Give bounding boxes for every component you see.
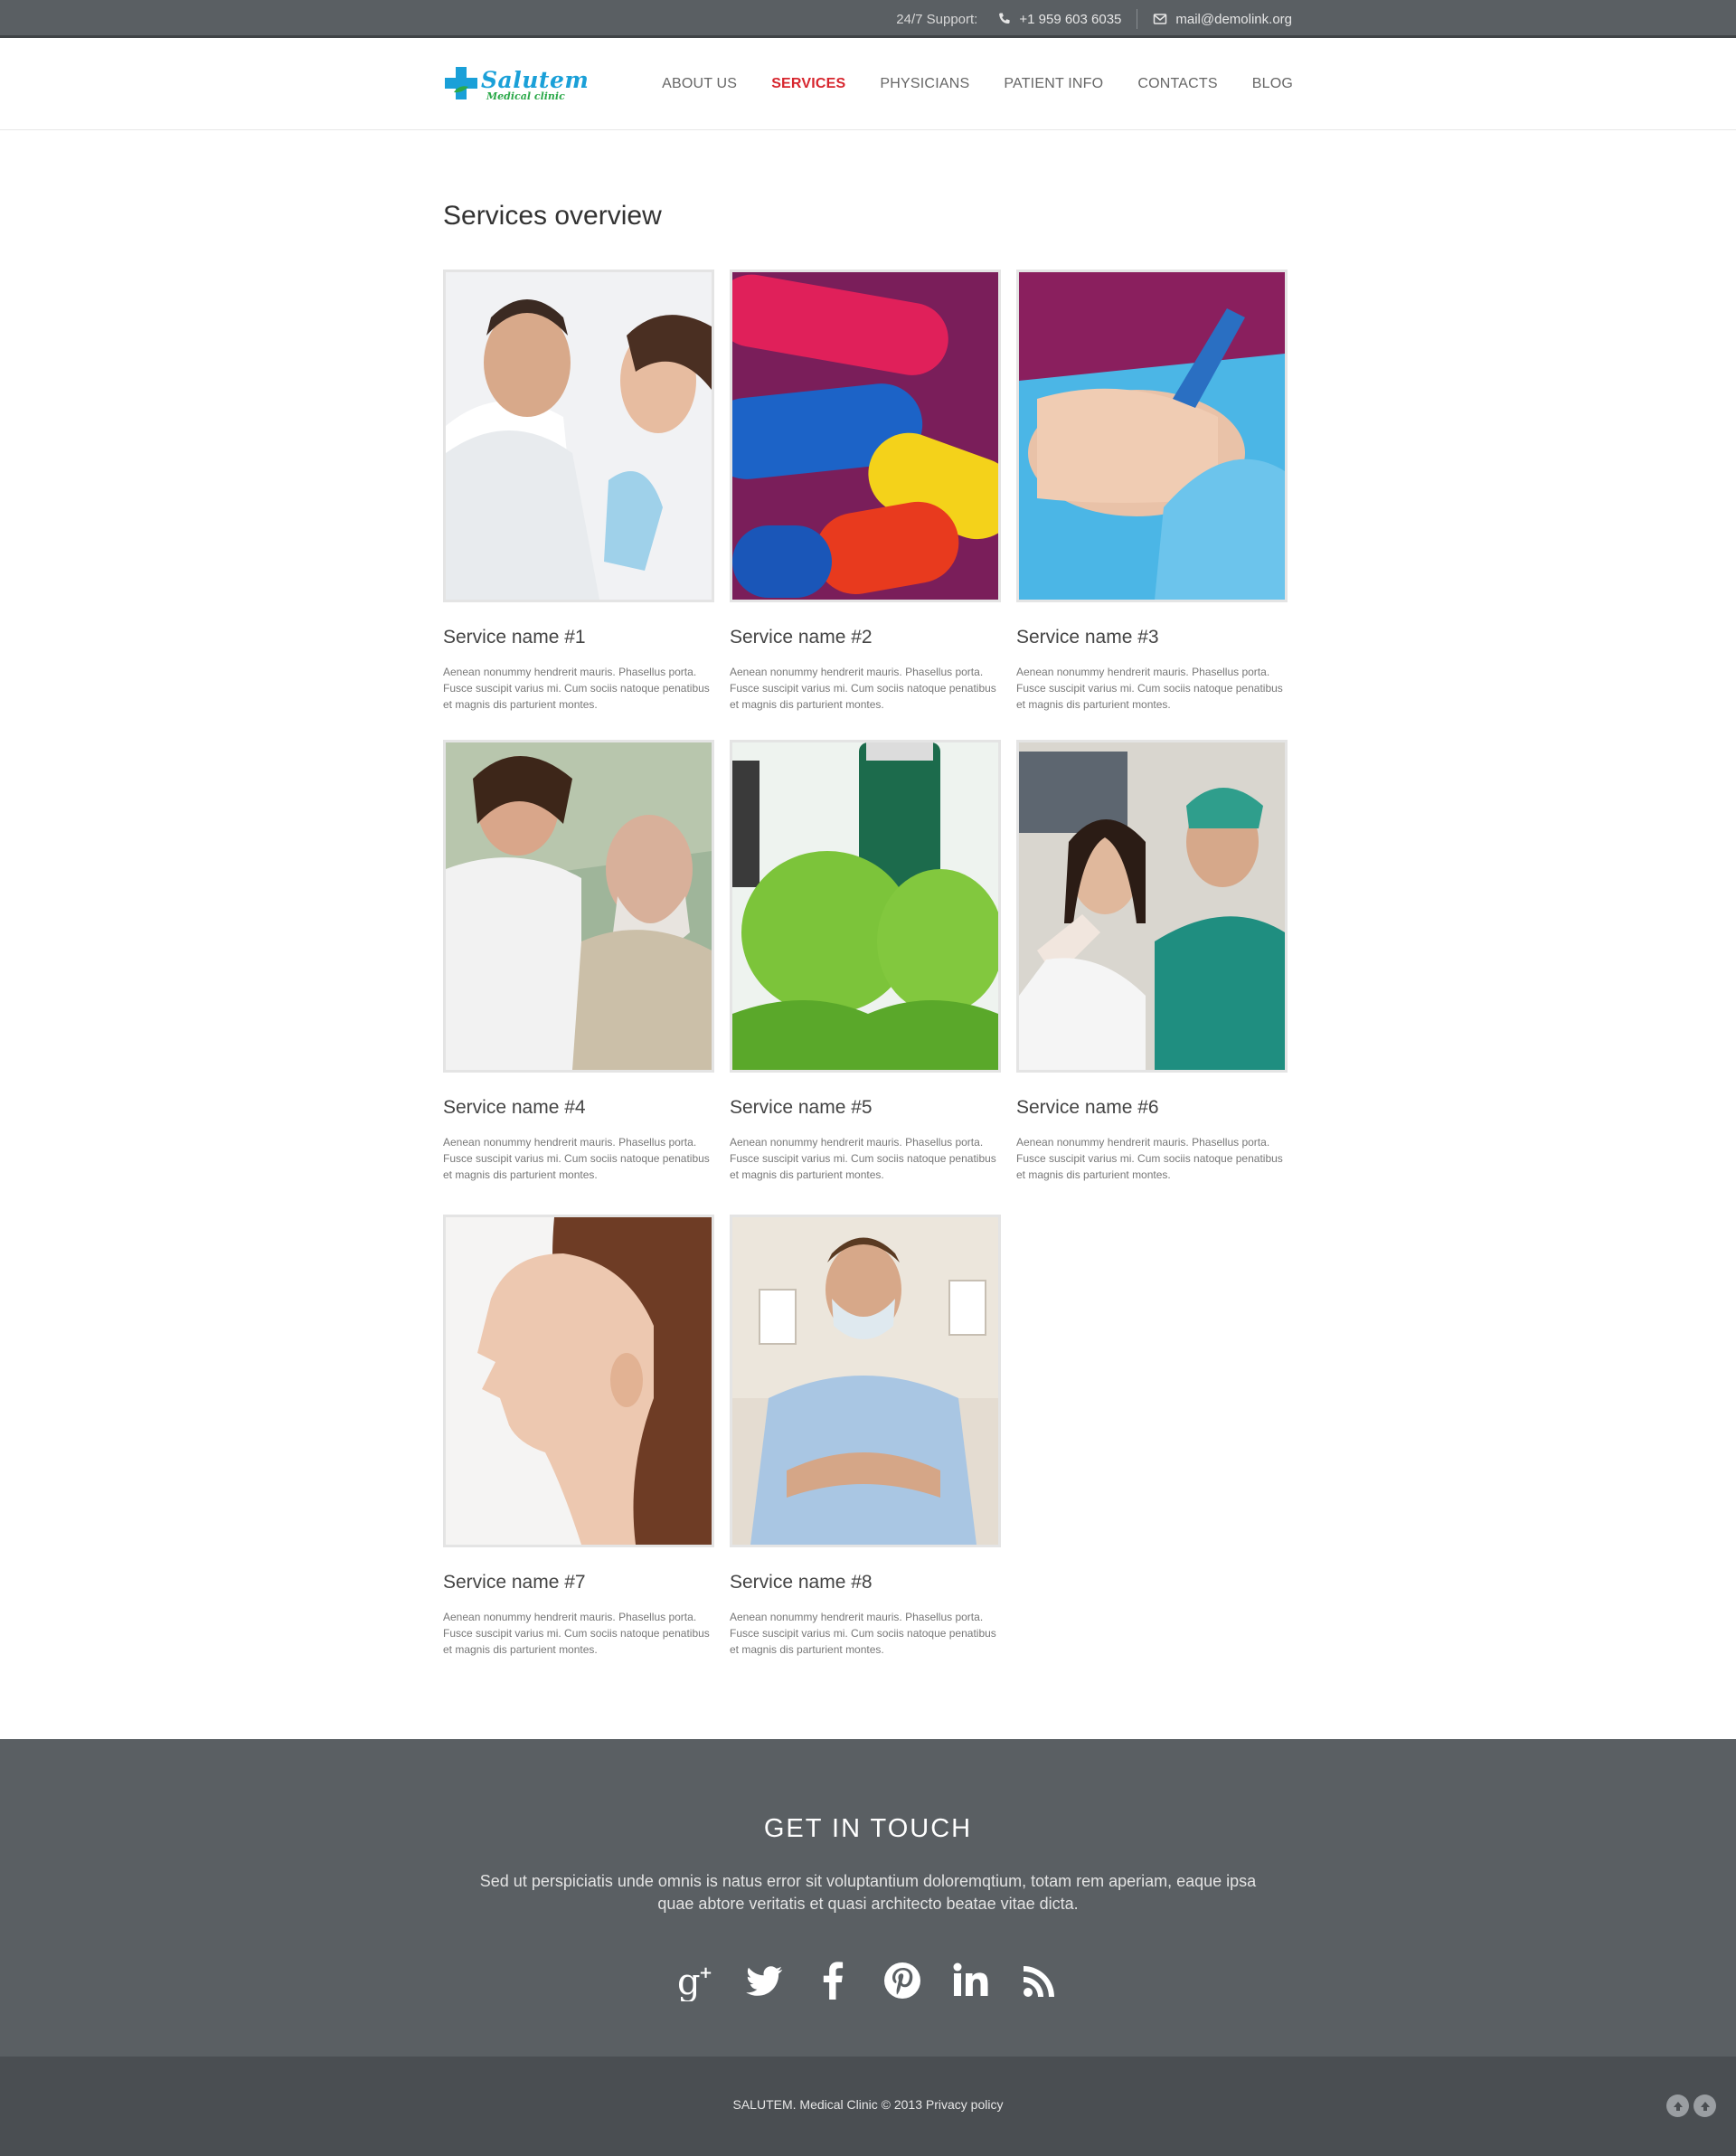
service-image[interactable] — [443, 740, 714, 1073]
pinterest-icon[interactable] — [882, 1958, 923, 2003]
service-image[interactable] — [730, 740, 1001, 1073]
service-image[interactable] — [443, 1215, 714, 1547]
scroll-to-top[interactable] — [1666, 2095, 1716, 2117]
copyright[interactable]: SALUTEM. Medical Clinic © 2013 Privacy p… — [0, 2097, 1736, 2112]
support-label: 24/7 Support: — [896, 11, 978, 27]
logo-name: Salutem — [481, 67, 590, 93]
service-description: Aenean nonummy hendrerit mauris. Phasell… — [1016, 1136, 1283, 1181]
service-image[interactable] — [1016, 270, 1288, 602]
service-image[interactable] — [730, 1215, 1001, 1547]
service-card: Service name #3 Aenean nonummy hendrerit… — [1016, 270, 1288, 713]
service-title[interactable]: Service name #8 — [730, 1572, 1001, 1593]
service-image[interactable] — [1016, 740, 1288, 1073]
twitter-icon[interactable] — [744, 1958, 786, 2003]
service-description: Aenean nonummy hendrerit mauris. Phasell… — [443, 1136, 710, 1181]
footer-text: Sed ut perspiciatis unde omnis is natus … — [479, 1872, 1257, 1913]
service-title[interactable]: Service name #7 — [443, 1572, 714, 1593]
service-card: Service name #2 Aenean nonummy hendrerit… — [730, 270, 1001, 713]
nav-patient-info[interactable]: PATIENT INFO — [1004, 76, 1103, 92]
medical-cross-icon — [445, 67, 477, 99]
nav-physicians[interactable]: PHYSICIANS — [880, 76, 969, 92]
phone-number: +1 959 603 6035 — [1019, 11, 1122, 27]
service-description: Aenean nonummy hendrerit mauris. Phasell… — [1016, 666, 1283, 711]
service-card: Service name #6 Aenean nonummy hendrerit… — [1016, 740, 1288, 1183]
service-description: Aenean nonummy hendrerit mauris. Phasell… — [730, 1611, 996, 1656]
facebook-icon[interactable] — [813, 1958, 854, 2003]
logo-tagline: Medical clinic — [486, 90, 565, 102]
linkedin-icon[interactable] — [950, 1958, 992, 2003]
service-description: Aenean nonummy hendrerit mauris. Phasell… — [730, 666, 996, 711]
service-description: Aenean nonummy hendrerit mauris. Phasell… — [730, 1136, 996, 1181]
service-title[interactable]: Service name #4 — [443, 1097, 714, 1119]
google-plus-icon[interactable]: g + — [675, 1958, 717, 2003]
main-nav: ABOUT US SERVICES PHYSICIANS PATIENT INF… — [627, 38, 1293, 130]
top-bar: 24/7 Support: +1 959 603 6035 mail@demol… — [0, 0, 1736, 38]
email-address: mail@demolink.org — [1175, 11, 1292, 27]
nav-services[interactable]: SERVICES — [771, 76, 845, 92]
service-card: Service name #7 Aenean nonummy hendrerit… — [443, 1215, 714, 1658]
service-card: Service name #4 Aenean nonummy hendrerit… — [443, 740, 714, 1183]
arrow-up-icon[interactable] — [1694, 2095, 1716, 2117]
logo[interactable]: Salutem Medical clinic — [443, 61, 602, 109]
site-header: Salutem Medical clinic ABOUT US SERVICES… — [0, 38, 1736, 130]
service-card: Service name #8 Aenean nonummy hendrerit… — [730, 1215, 1001, 1658]
page-title: Services overview — [443, 201, 662, 231]
service-title[interactable]: Service name #5 — [730, 1097, 1001, 1119]
footer-contact: GET IN TOUCH Sed ut perspiciatis unde om… — [0, 1739, 1736, 2057]
arrow-up-icon[interactable] — [1666, 2095, 1689, 2117]
bottom-bar: SALUTEM. Medical Clinic © 2013 Privacy p… — [0, 2057, 1736, 2156]
nav-about-us[interactable]: ABOUT US — [662, 76, 737, 92]
phone-contact[interactable]: +1 959 603 6035 — [997, 9, 1138, 29]
service-image[interactable] — [730, 270, 1001, 602]
svg-text:+: + — [699, 1963, 712, 1982]
phone-icon — [999, 13, 1010, 24]
rss-icon[interactable] — [1019, 1958, 1061, 2003]
service-description: Aenean nonummy hendrerit mauris. Phasell… — [443, 666, 710, 711]
footer-title: GET IN TOUCH — [763, 1814, 973, 1843]
service-title[interactable]: Service name #2 — [730, 627, 1001, 648]
svg-text:g: g — [677, 1962, 701, 2001]
service-title[interactable]: Service name #6 — [1016, 1097, 1288, 1119]
email-contact[interactable]: mail@demolink.org — [1137, 12, 1292, 27]
service-description: Aenean nonummy hendrerit mauris. Phasell… — [443, 1611, 710, 1656]
social-links: g + — [0, 1958, 1736, 2003]
nav-blog[interactable]: BLOG — [1252, 76, 1293, 92]
service-card: Service name #5 Aenean nonummy hendrerit… — [730, 740, 1001, 1183]
service-card: Service name #1 Aenean nonummy hendrerit… — [443, 270, 714, 713]
nav-contacts[interactable]: CONTACTS — [1137, 76, 1217, 92]
service-image[interactable] — [443, 270, 714, 602]
service-title[interactable]: Service name #3 — [1016, 627, 1288, 648]
envelope-icon — [1154, 14, 1167, 24]
service-title[interactable]: Service name #1 — [443, 627, 714, 648]
